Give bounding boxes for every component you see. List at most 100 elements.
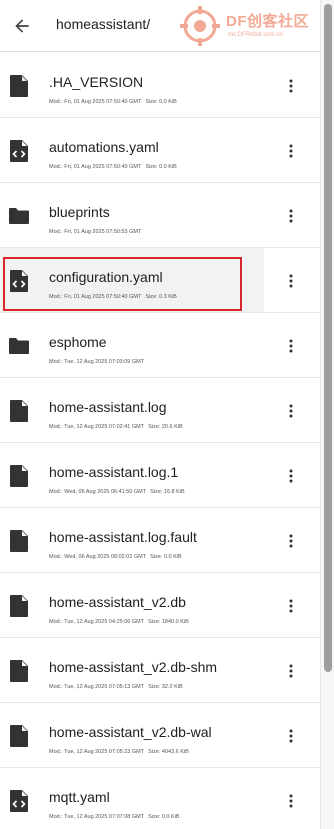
file-icon bbox=[10, 400, 28, 422]
file-name: home-assistant.log.fault bbox=[49, 529, 197, 545]
more-options-button[interactable] bbox=[279, 75, 303, 97]
more-options-button[interactable] bbox=[279, 530, 303, 552]
modified-date: Mod.: Tue, 12 Aug 2025 07:05:23 GMT bbox=[49, 749, 145, 755]
modified-date: Mod.: Tue, 12 Aug 2025 07:05:13 GMT bbox=[49, 684, 145, 690]
file-row[interactable]: home-assistant.log Mod.: Tue, 12 Aug 202… bbox=[0, 378, 320, 443]
file-meta: Mod.: Wed, 06 Aug 2025 08:02:02 GMT Size:… bbox=[49, 554, 182, 560]
code-file-icon bbox=[10, 270, 28, 292]
file-icon bbox=[10, 465, 28, 487]
more-vertical-icon bbox=[289, 79, 293, 93]
modified-date: Mod.: Tue, 12 Aug 2025 07:07:08 GMT bbox=[49, 814, 145, 820]
file-meta: Mod.: Fri, 01 Aug 2025 07:50:40 GMT Size:… bbox=[49, 294, 177, 300]
watermark-text: DF创客社区 bbox=[226, 13, 309, 30]
file-meta: Mod.: Tue, 12 Aug 2025 04:25:06 GMT Size:… bbox=[49, 619, 189, 625]
more-vertical-icon bbox=[289, 339, 293, 353]
more-options-button[interactable] bbox=[279, 790, 303, 812]
file-size: Size: 0.0 KiB bbox=[148, 814, 180, 820]
file-name: .HA_VERSION bbox=[49, 74, 144, 90]
arrow-left-icon bbox=[15, 19, 29, 33]
file-meta: Mod.: Tue, 12 Aug 2025 07:05:23 GMT Size:… bbox=[49, 749, 189, 755]
file-icon bbox=[10, 595, 28, 617]
folder-row[interactable]: blueprints Mod.: Fri, 01 Aug 2025 07:50:… bbox=[0, 183, 320, 248]
folder-name: esphome bbox=[49, 334, 107, 350]
more-vertical-icon bbox=[289, 534, 293, 548]
file-size: Size: 0.0 KiB bbox=[145, 99, 177, 105]
file-size: Size: 16.8 KiB bbox=[150, 489, 185, 495]
file-size: Size: 4043.6 KiB bbox=[148, 749, 189, 755]
code-file-icon bbox=[10, 790, 28, 812]
modified-date: Mod.: Fri, 01 Aug 2025 07:50:40 GMT bbox=[49, 294, 142, 300]
watermark: DF创客社区 mc.DFRobot.com.cn bbox=[180, 4, 320, 48]
file-size: Size: 32.0 KiB bbox=[148, 684, 183, 690]
file-row[interactable]: home-assistant_v2.db-shm Mod.: Tue, 12 A… bbox=[0, 638, 320, 703]
more-options-button[interactable] bbox=[279, 205, 303, 227]
more-options-button[interactable] bbox=[279, 400, 303, 422]
file-name: mqtt.yaml bbox=[49, 789, 110, 805]
file-meta: Mod.: Wed, 06 Aug 2025 06:41:50 GMT Size:… bbox=[49, 489, 185, 495]
file-size: Size: 0.3 KiB bbox=[145, 294, 177, 300]
modified-date: Mod.: Tue, 12 Aug 2025 07:02:41 GMT bbox=[49, 424, 145, 430]
file-meta: Mod.: Tue, 12 Aug 2025 07:02:41 GMT Size:… bbox=[49, 424, 183, 430]
more-options-button[interactable] bbox=[279, 725, 303, 747]
file-row[interactable]: home-assistant.log.fault Mod.: Wed, 06 A… bbox=[0, 508, 320, 573]
more-vertical-icon bbox=[289, 664, 293, 678]
more-options-button[interactable] bbox=[279, 465, 303, 487]
file-icon bbox=[10, 530, 28, 552]
file-row[interactable]: home-assistant_v2.db-wal Mod.: Tue, 12 A… bbox=[0, 703, 320, 768]
file-name: home-assistant.log.1 bbox=[49, 464, 179, 480]
file-name: home-assistant_v2.db bbox=[49, 594, 186, 610]
file-list: .HA_VERSION Mod.: Fri, 01 Aug 2025 07:50… bbox=[0, 53, 320, 829]
more-options-button[interactable] bbox=[279, 140, 303, 162]
more-options-button[interactable] bbox=[279, 335, 303, 357]
more-vertical-icon bbox=[289, 404, 293, 418]
file-name: configuration.yaml bbox=[49, 269, 163, 285]
current-path: homeassistant/ bbox=[56, 16, 151, 32]
modified-date: Mod.: Wed, 06 Aug 2025 06:41:50 GMT bbox=[49, 489, 147, 495]
folder-name: blueprints bbox=[49, 204, 110, 220]
more-vertical-icon bbox=[289, 209, 293, 223]
more-options-button[interactable] bbox=[279, 270, 303, 292]
file-size: Size: 1840.0 KiB bbox=[148, 619, 189, 625]
file-meta: Mod.: Tue, 12 Aug 2025 07:07:08 GMT Size:… bbox=[49, 814, 180, 820]
more-options-button[interactable] bbox=[279, 595, 303, 617]
file-meta: Mod.: Fri, 01 Aug 2025 07:50:40 GMT Size:… bbox=[49, 164, 177, 170]
more-vertical-icon bbox=[289, 469, 293, 483]
file-icon bbox=[10, 660, 28, 682]
modified-date: Mod.: Fri, 01 Aug 2025 07:50:53 GMT bbox=[49, 229, 142, 235]
file-size: Size: 0.0 KiB bbox=[150, 554, 182, 560]
modified-date: Mod.: Fri, 01 Aug 2025 07:50:40 GMT bbox=[49, 99, 142, 105]
file-name: home-assistant_v2.db-shm bbox=[49, 659, 218, 675]
more-vertical-icon bbox=[289, 274, 293, 288]
modified-date: Mod.: Tue, 12 Aug 2025 07:03:09 GMT bbox=[49, 359, 145, 365]
file-row[interactable]: automations.yaml Mod.: Fri, 01 Aug 2025 … bbox=[0, 118, 320, 183]
file-icon bbox=[10, 725, 28, 747]
watermark-subtext: mc.DFRobot.com.cn bbox=[228, 32, 283, 38]
scrollbar-thumb[interactable] bbox=[324, 4, 332, 672]
file-size: Size: 20.6 KiB bbox=[148, 424, 183, 430]
more-vertical-icon bbox=[289, 144, 293, 158]
modified-date: Mod.: Tue, 12 Aug 2025 04:25:06 GMT bbox=[49, 619, 145, 625]
top-bar: homeassistant/ DF创客社区 mc.DFRobot.com.cn bbox=[0, 0, 320, 52]
file-icon bbox=[10, 75, 28, 97]
code-file-icon bbox=[10, 140, 28, 162]
file-row-selected[interactable]: configuration.yaml Mod.: Fri, 01 Aug 202… bbox=[0, 248, 320, 313]
file-row[interactable]: home-assistant.log.1 Mod.: Wed, 06 Aug 2… bbox=[0, 443, 320, 508]
file-name: home-assistant.log bbox=[49, 399, 167, 415]
file-meta: Mod.: Tue, 12 Aug 2025 07:05:13 GMT Size:… bbox=[49, 684, 183, 690]
file-row[interactable]: home-assistant_v2.db Mod.: Tue, 12 Aug 2… bbox=[0, 573, 320, 638]
file-row[interactable]: mqtt.yaml Mod.: Tue, 12 Aug 2025 07:07:0… bbox=[0, 768, 320, 829]
folder-icon bbox=[9, 208, 29, 224]
back-button[interactable] bbox=[6, 10, 38, 42]
file-name: home-assistant_v2.db-wal bbox=[49, 724, 212, 740]
more-options-button[interactable] bbox=[279, 660, 303, 682]
vertical-scrollbar[interactable] bbox=[320, 0, 334, 829]
file-name: automations.yaml bbox=[49, 139, 159, 155]
folder-row[interactable]: esphome Mod.: Tue, 12 Aug 2025 07:03:09 … bbox=[0, 313, 320, 378]
modified-date: Mod.: Fri, 01 Aug 2025 07:50:40 GMT bbox=[49, 164, 142, 170]
more-vertical-icon bbox=[289, 794, 293, 808]
dfrobot-logo-icon bbox=[180, 6, 220, 46]
modified-date: Mod.: Wed, 06 Aug 2025 08:02:02 GMT bbox=[49, 554, 147, 560]
file-size: Size: 0.0 KiB bbox=[145, 164, 177, 170]
file-row[interactable]: .HA_VERSION Mod.: Fri, 01 Aug 2025 07:50… bbox=[0, 53, 320, 118]
file-meta: Mod.: Fri, 01 Aug 2025 07:50:53 GMT bbox=[49, 229, 141, 235]
